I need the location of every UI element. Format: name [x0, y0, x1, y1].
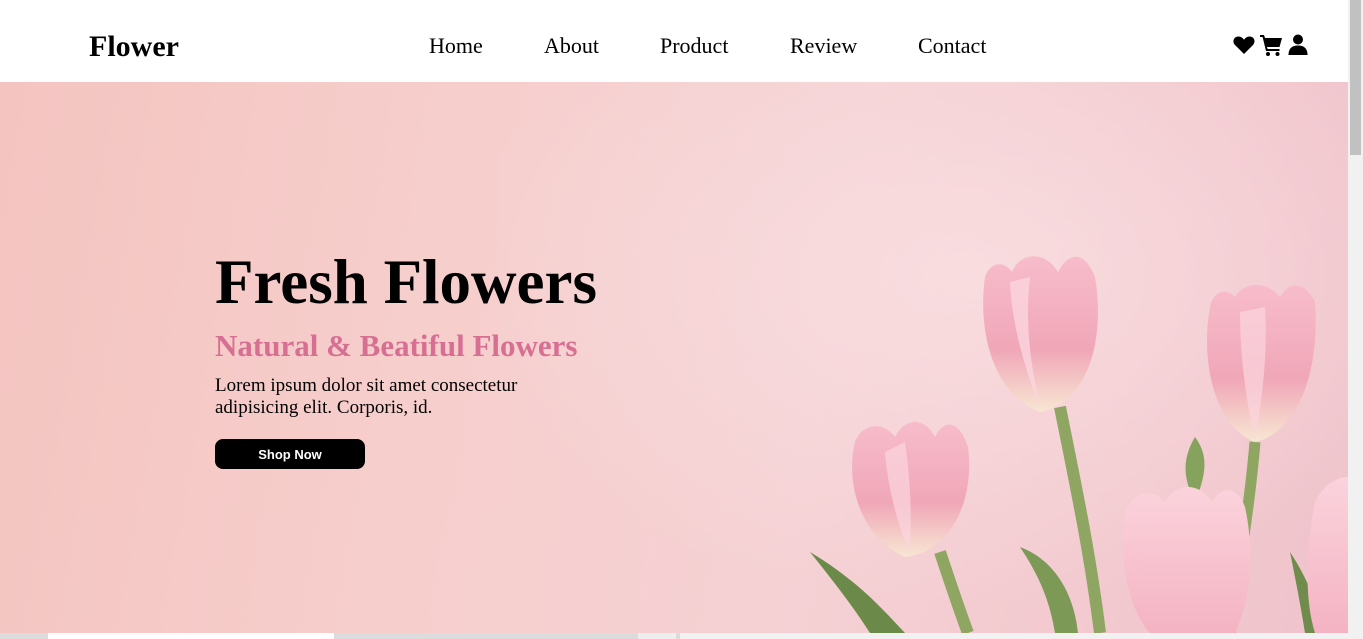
site-header: Flower Home About Product Review Contact	[0, 0, 1348, 82]
heart-icon[interactable]	[1232, 33, 1256, 57]
nav-link-home[interactable]: Home	[429, 33, 483, 59]
hero-title: Fresh Flowers	[215, 247, 597, 317]
nav-link-about[interactable]: About	[544, 33, 599, 59]
shop-now-button[interactable]: Shop Now	[215, 439, 365, 469]
cart-icon[interactable]	[1259, 33, 1283, 57]
next-section-preview	[0, 633, 1348, 639]
nav-link-product[interactable]: Product	[660, 33, 728, 59]
preview-card	[48, 633, 334, 639]
user-icon[interactable]	[1286, 33, 1310, 57]
scrollbar-thumb[interactable]	[1350, 0, 1361, 155]
nav-link-review[interactable]: Review	[790, 33, 857, 59]
nav-link-contact[interactable]: Contact	[918, 33, 986, 59]
site-logo[interactable]: Flower	[89, 30, 179, 64]
hero-section: Fresh Flowers Natural & Beatiful Flowers…	[0, 82, 1348, 633]
preview-card	[638, 633, 676, 639]
hero-description: Lorem ipsum dolor sit amet consectetur a…	[215, 375, 518, 418]
tulips-image	[500, 82, 1348, 633]
page-scrollbar[interactable]	[1348, 0, 1363, 639]
hero-subtitle: Natural & Beatiful Flowers	[215, 328, 578, 363]
preview-card	[680, 633, 1348, 639]
